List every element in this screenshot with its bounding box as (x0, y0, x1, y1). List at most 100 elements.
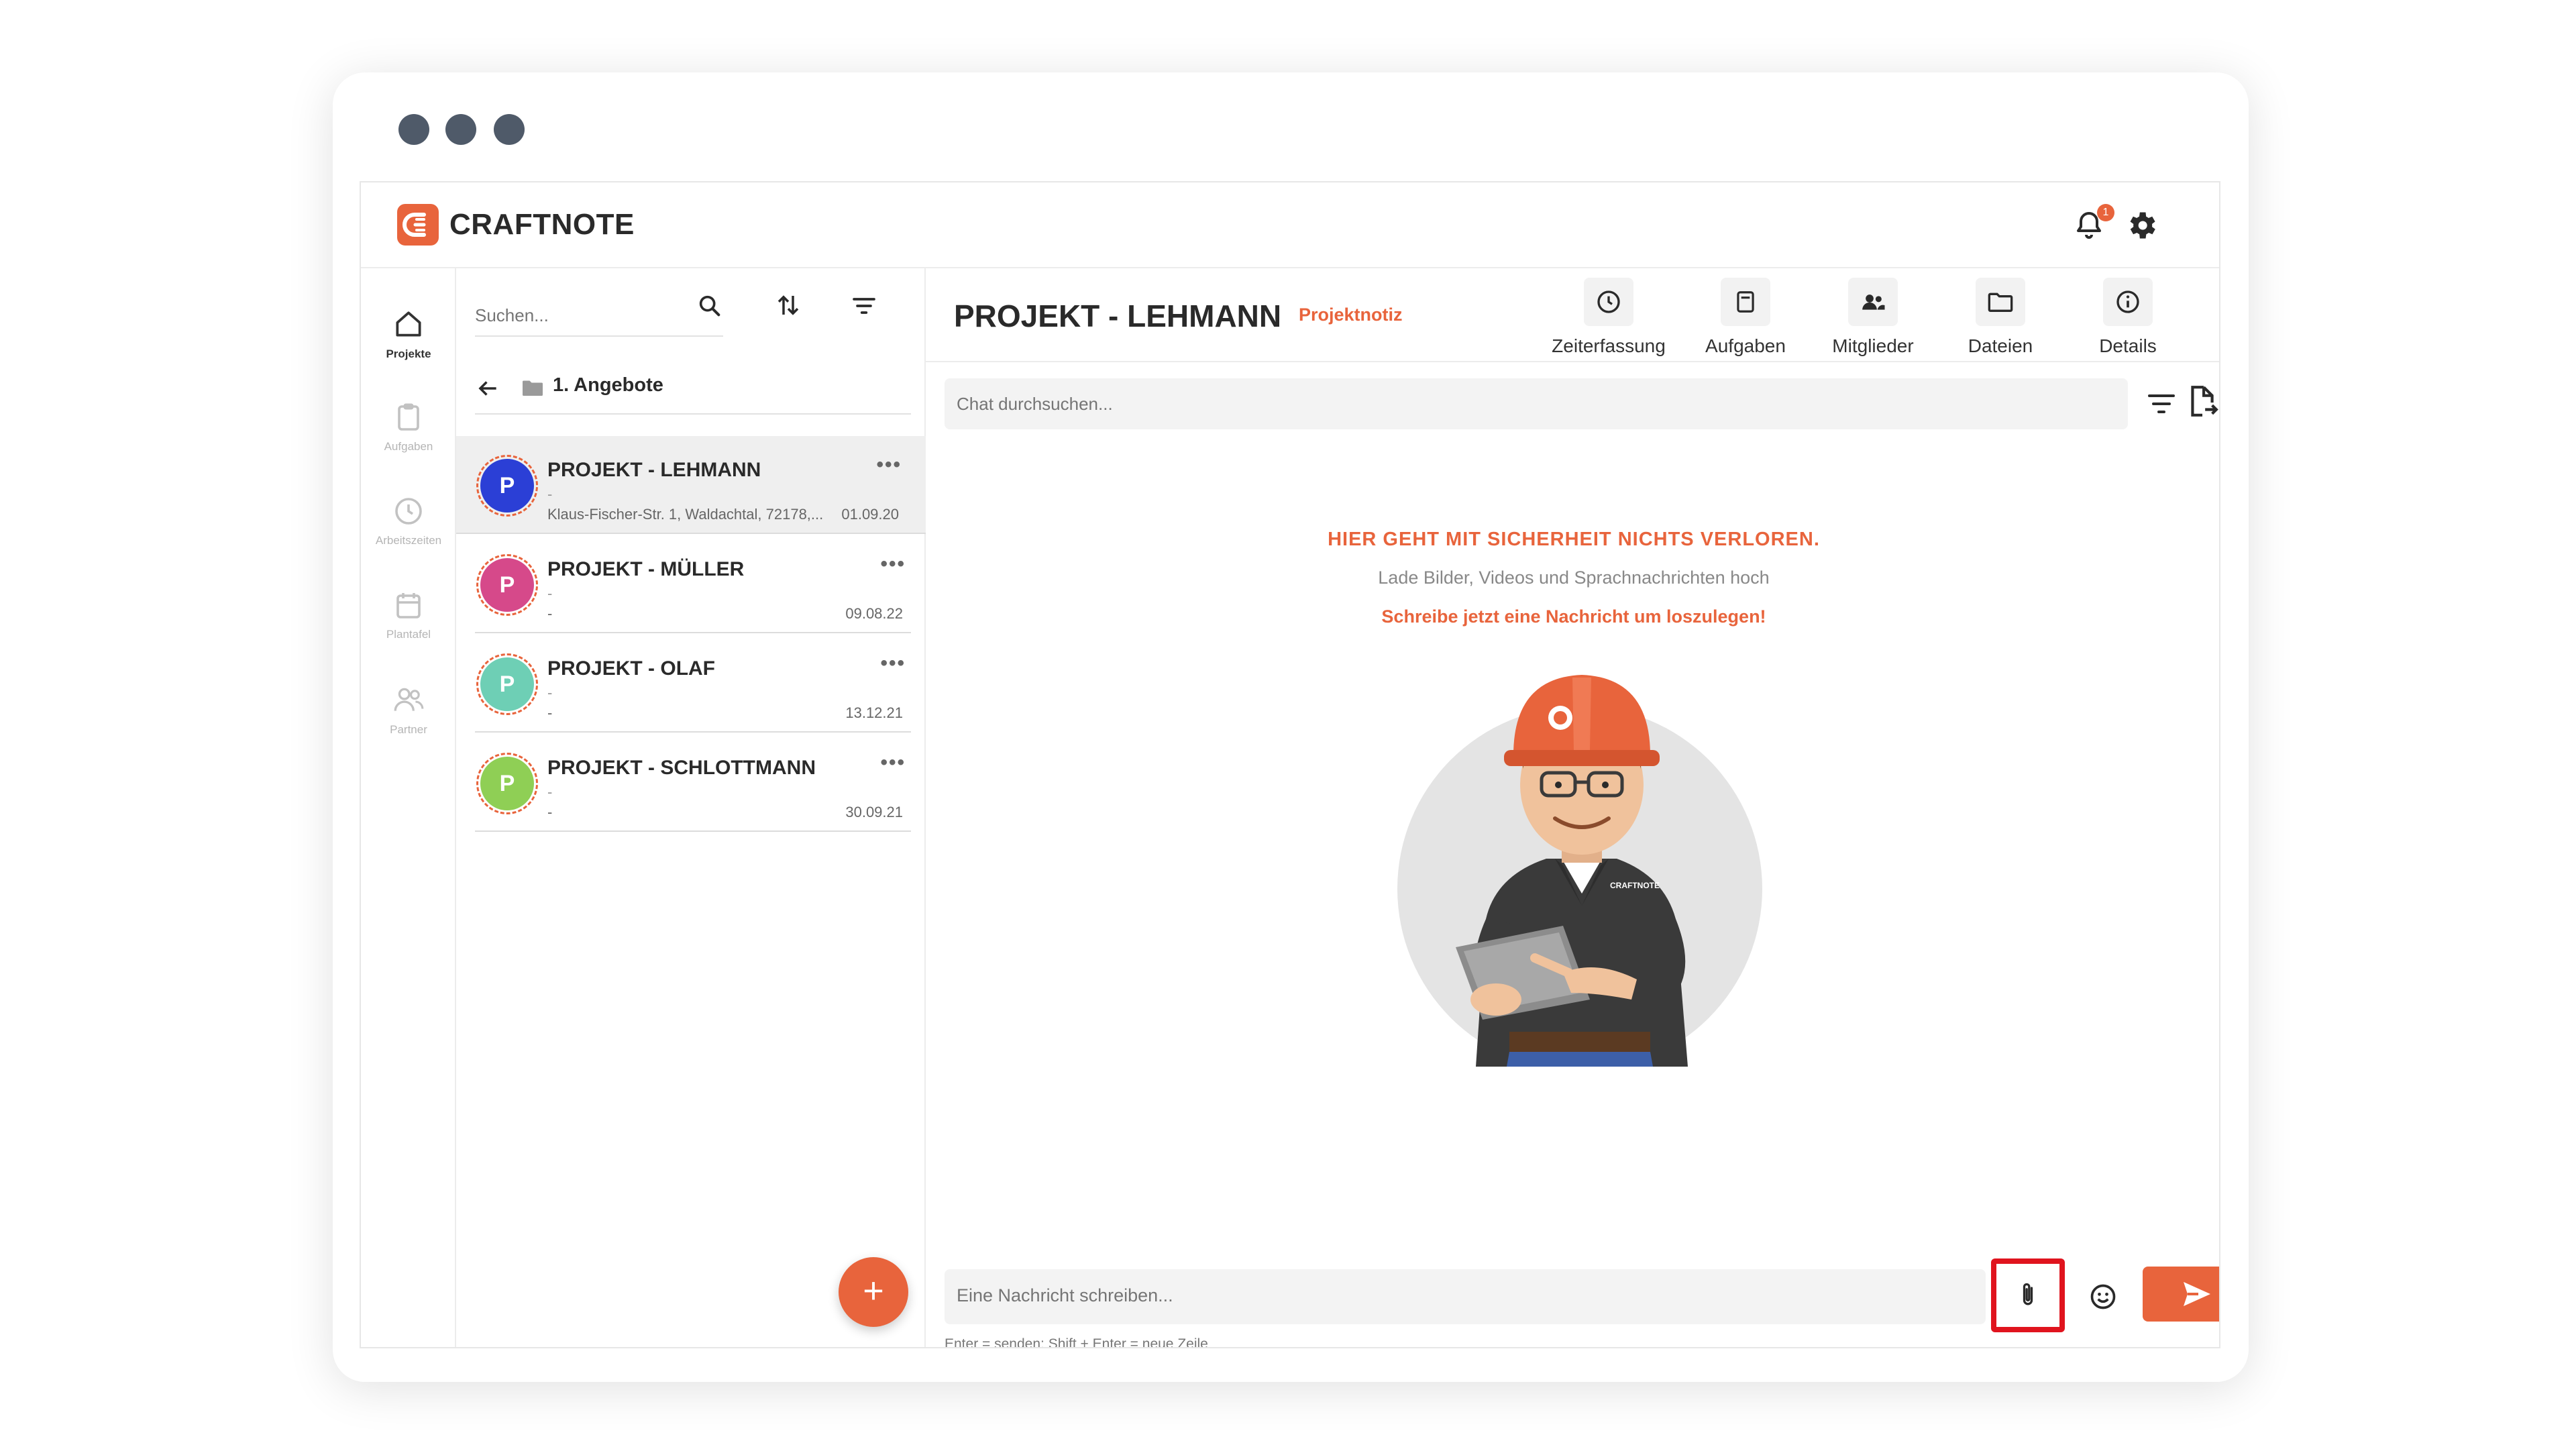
details-button[interactable]: Details (2061, 278, 2195, 357)
filter-icon[interactable] (851, 292, 877, 323)
project-address: - (547, 704, 553, 721)
brand-name: CRAFTNOTE (449, 208, 635, 241)
smiley-icon (2090, 1284, 2116, 1309)
composer-hint: Enter = senden; Shift + Enter = neue Zei… (945, 1336, 1208, 1348)
window-dot (494, 114, 525, 145)
members-icon (1862, 294, 1885, 310)
button-label: Details (2099, 335, 2157, 356)
button-label: Aufgaben (1705, 335, 1786, 356)
rail-label: Partner (390, 723, 427, 736)
project-address: - (547, 605, 553, 622)
project-title: PROJEKT - LEHMANN (547, 459, 761, 481)
list-item[interactable]: P PROJEKT - MÜLLER - - 09.08.22 ••• (475, 535, 911, 633)
button-label: Mitglieder (1832, 335, 1914, 356)
zeiterfassung-button[interactable]: Zeiterfassung (1542, 278, 1676, 357)
navigation-rail: Projekte Aufgaben Arbeitszeiten Plantafe… (361, 268, 456, 1347)
attach-file-button[interactable] (1991, 1258, 2065, 1332)
rail-label: Arbeitszeiten (375, 534, 442, 547)
folder-label: 1. Angebote (553, 374, 663, 396)
rail-label: Aufgaben (384, 440, 433, 453)
clock-icon (1597, 290, 1620, 313)
project-date: 13.12.21 (845, 704, 903, 721)
window-dot (398, 114, 429, 145)
chat-search-input[interactable] (945, 378, 2085, 429)
calendar-icon (396, 593, 421, 619)
avatar: P (476, 554, 538, 616)
more-options-icon[interactable]: ••• (880, 553, 906, 576)
button-label: Dateien (1968, 335, 2033, 356)
shirt-logo-text: CRAFTNOTE (1610, 881, 1660, 890)
more-options-icon[interactable]: ••• (876, 453, 902, 476)
rail-item-partner[interactable]: Partner (361, 683, 456, 737)
empty-state-subtitle: Lade Bilder, Videos und Sprachnachrichte… (1378, 568, 1770, 588)
list-item[interactable]: P PROJEKT - LEHMANN - Klaus-Fischer-Str.… (456, 436, 926, 534)
rail-item-plantafel[interactable]: Plantafel (361, 589, 456, 641)
message-composer (945, 1269, 1986, 1324)
clock-icon (395, 498, 422, 525)
empty-state-title: HIER GEHT MIT SICHERHEIT NICHTS VERLOREN… (1328, 529, 1820, 550)
task-icon (1737, 291, 1754, 313)
list-item[interactable]: P PROJEKT - SCHLOTTMANN - - 30.09.21 ••• (475, 734, 911, 832)
rail-item-arbeitszeiten[interactable]: Arbeitszeiten (361, 495, 456, 547)
top-bar: CRAFTNOTE 1 (361, 182, 2219, 268)
avatar: P (476, 653, 538, 715)
people-icon (394, 688, 424, 711)
folder-breadcrumb: 1. Angebote (475, 368, 911, 415)
sort-icon[interactable] (774, 291, 802, 323)
dateien-button[interactable]: Dateien (1933, 278, 2068, 357)
project-subtitle: - (547, 784, 553, 800)
chat-header: PROJEKT - LEHMANN Projektnotiz Zeiterfas… (926, 268, 2219, 362)
rail-item-projekte[interactable]: Projekte (361, 307, 456, 361)
avatar: P (476, 753, 538, 814)
empty-state-cta: Schreibe jetzt eine Nachricht um loszule… (1381, 606, 1766, 627)
more-options-icon[interactable]: ••• (880, 751, 906, 774)
page-title: PROJEKT - LEHMANN (954, 299, 1282, 333)
project-title: PROJEKT - MÜLLER (547, 558, 745, 580)
window-dot (445, 114, 476, 145)
send-icon (2184, 1282, 2210, 1306)
chat-search (945, 378, 2128, 429)
project-title: PROJEKT - SCHLOTTMANN (547, 757, 816, 779)
project-date: 09.08.22 (845, 605, 903, 622)
rail-item-aufgaben[interactable]: Aufgaben (361, 401, 456, 453)
project-address: - (547, 804, 553, 820)
add-project-button[interactable]: + (839, 1257, 908, 1327)
settings-gear-icon[interactable] (2124, 208, 2159, 243)
project-list-panel: 1. Angebote P PROJEKT - LEHMANN - Klaus-… (456, 268, 926, 1347)
avatar: P (476, 455, 538, 517)
aufgaben-button[interactable]: Aufgaben (1678, 278, 1813, 357)
project-address: Klaus-Fischer-Str. 1, Waldachtal, 72178,… (547, 506, 824, 523)
mitglieder-button[interactable]: Mitglieder (1806, 278, 1940, 357)
project-date: 01.09.20 (841, 506, 899, 523)
rail-label: Plantafel (386, 628, 431, 641)
project-subtitle: - (547, 585, 553, 602)
project-subtitle: - (547, 486, 553, 502)
app-frame: CRAFTNOTE 1 Projekte Aufgaben Arbeitszei… (360, 181, 2220, 1348)
emoji-button[interactable] (2076, 1269, 2131, 1324)
message-input[interactable] (945, 1269, 1986, 1324)
project-search (475, 297, 723, 337)
home-icon (396, 311, 421, 337)
export-document-icon[interactable] (2186, 382, 2219, 423)
paperclip-icon (2023, 1283, 2033, 1305)
list-item[interactable]: P PROJEKT - OLAF - - 13.12.21 ••• (475, 635, 911, 733)
back-arrow-icon[interactable] (475, 376, 500, 405)
project-title: PROJEKT - OLAF (547, 657, 716, 680)
notification-badge: 1 (2097, 204, 2114, 221)
send-button[interactable] (2143, 1267, 2219, 1322)
project-subtitle: - (547, 684, 553, 701)
more-options-icon[interactable]: ••• (880, 652, 906, 675)
folder-icon (521, 376, 545, 403)
chat-panel: PROJEKT - LEHMANN Projektnotiz Zeiterfas… (926, 268, 2219, 1348)
project-type-tag: Projektnotiz (1299, 305, 1403, 325)
chat-filter-icon[interactable] (2145, 388, 2178, 423)
craftsman-illustration: CRAFTNOTE (1397, 675, 1762, 1067)
project-search-input[interactable] (475, 297, 690, 334)
clipboard-icon (398, 403, 419, 431)
craftnote-logo-icon[interactable] (397, 204, 439, 246)
button-label: Zeiterfassung (1552, 335, 1666, 356)
project-date: 30.09.21 (845, 804, 903, 820)
rail-label: Projekte (386, 347, 431, 360)
search-icon[interactable] (696, 292, 723, 323)
folder-icon (1988, 292, 2013, 312)
